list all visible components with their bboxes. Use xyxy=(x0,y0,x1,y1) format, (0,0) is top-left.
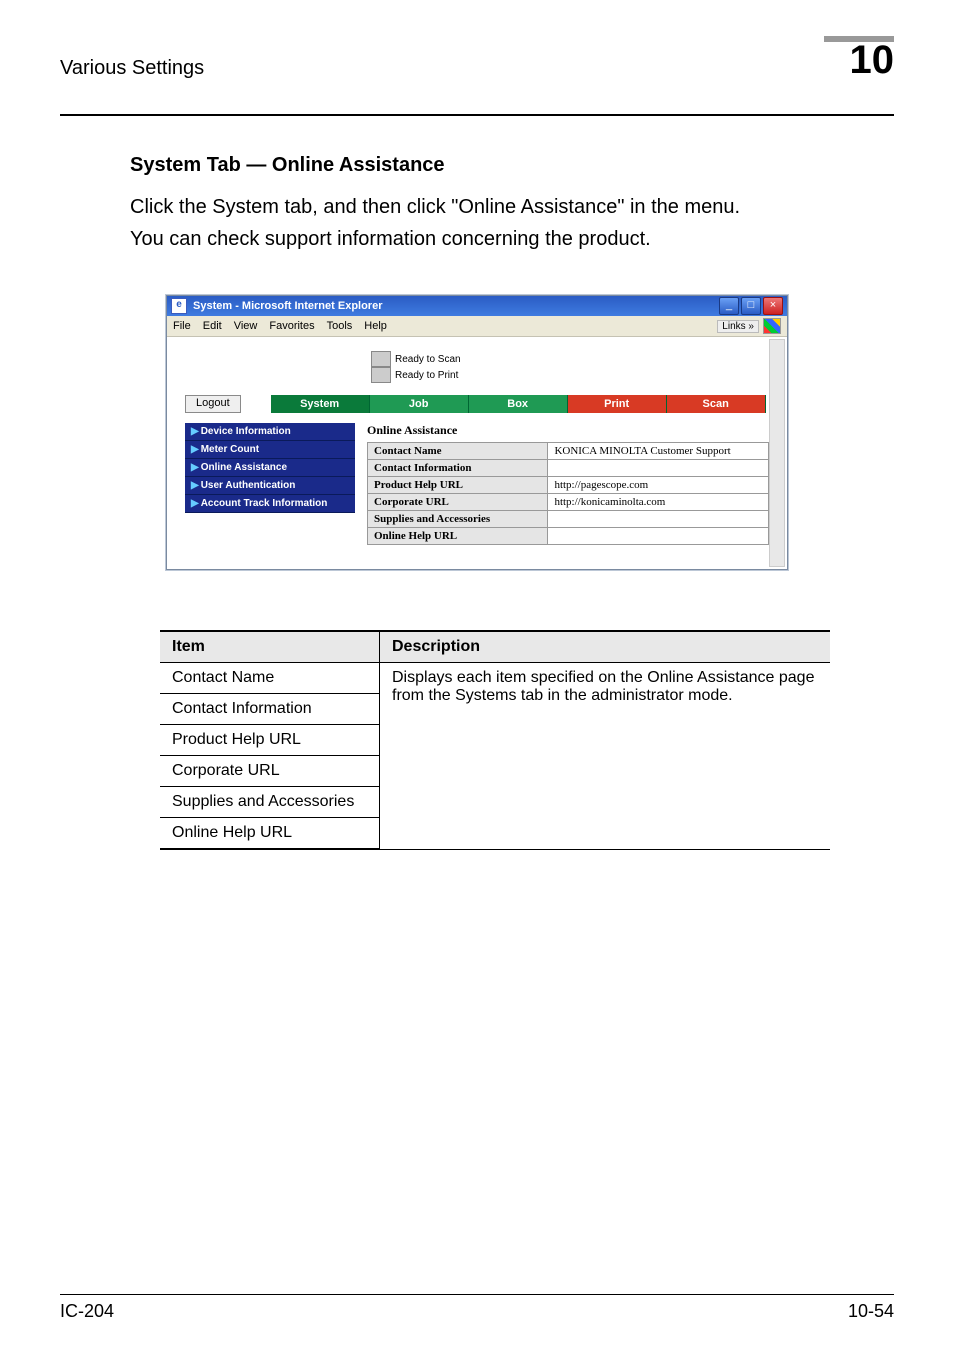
minimize-button[interactable]: _ xyxy=(719,297,739,315)
kv-value-supplies-accessories xyxy=(548,511,769,528)
section-heading: System Tab — Online Assistance xyxy=(130,154,894,177)
menu-favorites[interactable]: Favorites xyxy=(269,320,314,332)
kv-value-product-help-url: http://pagescope.com xyxy=(548,477,769,494)
th-item: Item xyxy=(160,631,380,663)
body-para-2: You can check support information concer… xyxy=(130,223,894,255)
sidebar: ▶Device Information ▶Meter Count ▶Online… xyxy=(185,423,355,545)
row-contact-name: Contact Name xyxy=(160,663,380,694)
row-product-help-url: Product Help URL xyxy=(160,725,380,756)
sidebar-item-online-assistance[interactable]: ▶Online Assistance xyxy=(185,459,355,477)
chapter-number: 10 xyxy=(850,40,895,80)
close-button[interactable]: × xyxy=(763,297,783,315)
kv-value-contact-information xyxy=(548,460,769,477)
kv-label-corporate-url: Corporate URL xyxy=(368,494,548,511)
printer-icon xyxy=(371,367,391,383)
row-contact-information: Contact Information xyxy=(160,694,380,725)
tab-scan[interactable]: Scan xyxy=(667,395,766,413)
menubar: File Edit View Favorites Tools Help Link… xyxy=(167,316,787,337)
footer-right: 10-54 xyxy=(848,1301,894,1322)
kv-value-online-help-url xyxy=(548,528,769,545)
menu-view[interactable]: View xyxy=(234,320,258,332)
row-online-help-url: Online Help URL xyxy=(160,818,380,850)
kv-label-product-help-url: Product Help URL xyxy=(368,477,548,494)
menu-edit[interactable]: Edit xyxy=(203,320,222,332)
kv-label-contact-name: Contact Name xyxy=(368,443,548,460)
panel-title: Online Assistance xyxy=(367,423,769,438)
th-description: Description xyxy=(380,631,831,663)
menu-tools[interactable]: Tools xyxy=(327,320,353,332)
sidebar-item-device-information[interactable]: ▶Device Information xyxy=(185,423,355,441)
window-title: System - Microsoft Internet Explorer xyxy=(193,300,719,312)
kv-label-supplies-accessories: Supplies and Accessories xyxy=(368,511,548,528)
logout-button[interactable]: Logout xyxy=(185,395,241,413)
footer-left: IC-204 xyxy=(60,1301,114,1322)
row-corporate-url: Corporate URL xyxy=(160,756,380,787)
tab-box[interactable]: Box xyxy=(469,395,568,413)
row-supplies-and-accessories: Supplies and Accessories xyxy=(160,787,380,818)
sidebar-item-meter-count[interactable]: ▶Meter Count xyxy=(185,441,355,459)
device-status: Ready to Scan Ready to Print xyxy=(371,351,783,383)
menu-file[interactable]: File xyxy=(173,320,191,332)
maximize-button[interactable]: □ xyxy=(741,297,761,315)
kv-label-online-help-url: Online Help URL xyxy=(368,528,548,545)
ie-icon: e xyxy=(171,298,187,314)
links-label[interactable]: Links » xyxy=(717,320,759,333)
windows-flag-icon xyxy=(763,318,781,334)
menu-help[interactable]: Help xyxy=(364,320,387,332)
row-shared-description: Displays each item specified on the Onli… xyxy=(380,663,831,850)
kv-value-contact-name: KONICA MINOLTA Customer Support xyxy=(548,443,769,460)
screenshot-browser-window: e System - Microsoft Internet Explorer _… xyxy=(166,295,788,570)
sidebar-item-user-authentication[interactable]: ▶User Authentication xyxy=(185,477,355,495)
tab-system[interactable]: System xyxy=(271,395,370,413)
sidebar-item-account-track-information[interactable]: ▶Account Track Information xyxy=(185,495,355,513)
running-head: Various Settings xyxy=(60,57,204,80)
kv-value-corporate-url: http://konicaminolta.com xyxy=(548,494,769,511)
scanner-icon xyxy=(371,351,391,367)
kv-label-contact-information: Contact Information xyxy=(368,460,548,477)
content-panel: Online Assistance Contact Name KONICA MI… xyxy=(367,423,769,545)
window-titlebar: e System - Microsoft Internet Explorer _… xyxy=(167,296,787,316)
description-table: Item Description Contact Name Displays e… xyxy=(160,630,830,850)
body-para-1: Click the System tab, and then click "On… xyxy=(130,191,894,223)
tab-job[interactable]: Job xyxy=(370,395,469,413)
tab-print[interactable]: Print xyxy=(568,395,667,413)
